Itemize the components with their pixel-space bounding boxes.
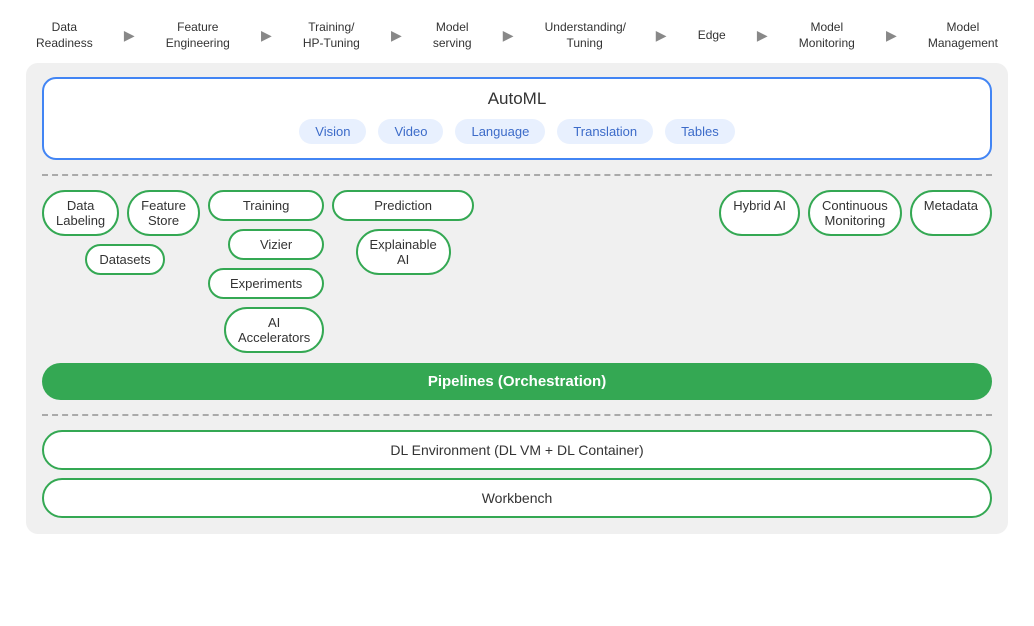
diagram-container: Data Readiness ▶ Feature Engineering ▶ T…: [10, 10, 1024, 616]
step-understanding: Understanding/ Tuning: [545, 20, 625, 51]
automl-title: AutoML: [60, 89, 974, 109]
chip-vision: Vision: [299, 119, 366, 144]
dashed-divider-bottom: [42, 414, 992, 416]
service-feature-store: Feature Store: [127, 190, 200, 236]
services-area: Data Labeling Feature Store Datasets Tra…: [42, 190, 992, 353]
service-data-labeling: Data Labeling: [42, 190, 119, 236]
automl-section: AutoML Vision Video Language Translation…: [42, 77, 992, 160]
service-hybrid-ai: Hybrid AI: [719, 190, 800, 236]
workbench: Workbench: [42, 478, 992, 518]
chip-video: Video: [378, 119, 443, 144]
dl-environment: DL Environment (DL VM + DL Container): [42, 430, 992, 470]
service-ai-accelerators: AI Accelerators: [224, 307, 324, 353]
step-data-readiness: Data Readiness: [36, 20, 93, 51]
step-model-serving: Model serving: [433, 20, 472, 51]
arrow-icon-2: ▶: [261, 27, 272, 44]
automl-chips: Vision Video Language Translation Tables: [60, 119, 974, 144]
main-box: AutoML Vision Video Language Translation…: [26, 63, 1008, 534]
pipelines-bar: Pipelines (Orchestration): [42, 363, 992, 400]
step-model-management: Model Management: [928, 20, 998, 51]
arrow-icon-3: ▶: [391, 27, 402, 44]
training-group: Training Vizier Experiments AI Accelerat…: [208, 190, 324, 353]
step-training: Training/ HP-Tuning: [303, 20, 360, 51]
prediction-group: Prediction Explainable AI: [332, 190, 474, 275]
service-experiments: Experiments: [208, 268, 324, 299]
chip-tables: Tables: [665, 119, 735, 144]
chip-translation: Translation: [557, 119, 653, 144]
arrow-icon-1: ▶: [124, 27, 135, 44]
chip-language: Language: [455, 119, 545, 144]
service-prediction: Prediction: [332, 190, 474, 221]
dashed-divider-top: [42, 174, 992, 176]
left-services-col: Data Labeling Feature Store Datasets: [42, 190, 200, 275]
step-feature-engineering: Feature Engineering: [166, 20, 230, 51]
step-edge: Edge: [698, 28, 726, 44]
pipeline-header: Data Readiness ▶ Feature Engineering ▶ T…: [26, 20, 1008, 51]
bottom-section: DL Environment (DL VM + DL Container) Wo…: [42, 430, 992, 518]
service-metadata: Metadata: [910, 190, 992, 236]
service-explainable-ai: Explainable AI: [356, 229, 451, 275]
right-services: Hybrid AI Continuous Monitoring Metadata: [719, 190, 992, 236]
step-model-monitoring: Model Monitoring: [799, 20, 855, 51]
arrow-icon-5: ▶: [656, 27, 667, 44]
service-training: Training: [208, 190, 324, 221]
service-datasets: Datasets: [85, 244, 164, 275]
service-vizier: Vizier: [228, 229, 324, 260]
arrow-icon-4: ▶: [503, 27, 514, 44]
service-continuous-monitoring: Continuous Monitoring: [808, 190, 902, 236]
arrow-icon-6: ▶: [757, 27, 768, 44]
arrow-icon-7: ▶: [886, 27, 897, 44]
